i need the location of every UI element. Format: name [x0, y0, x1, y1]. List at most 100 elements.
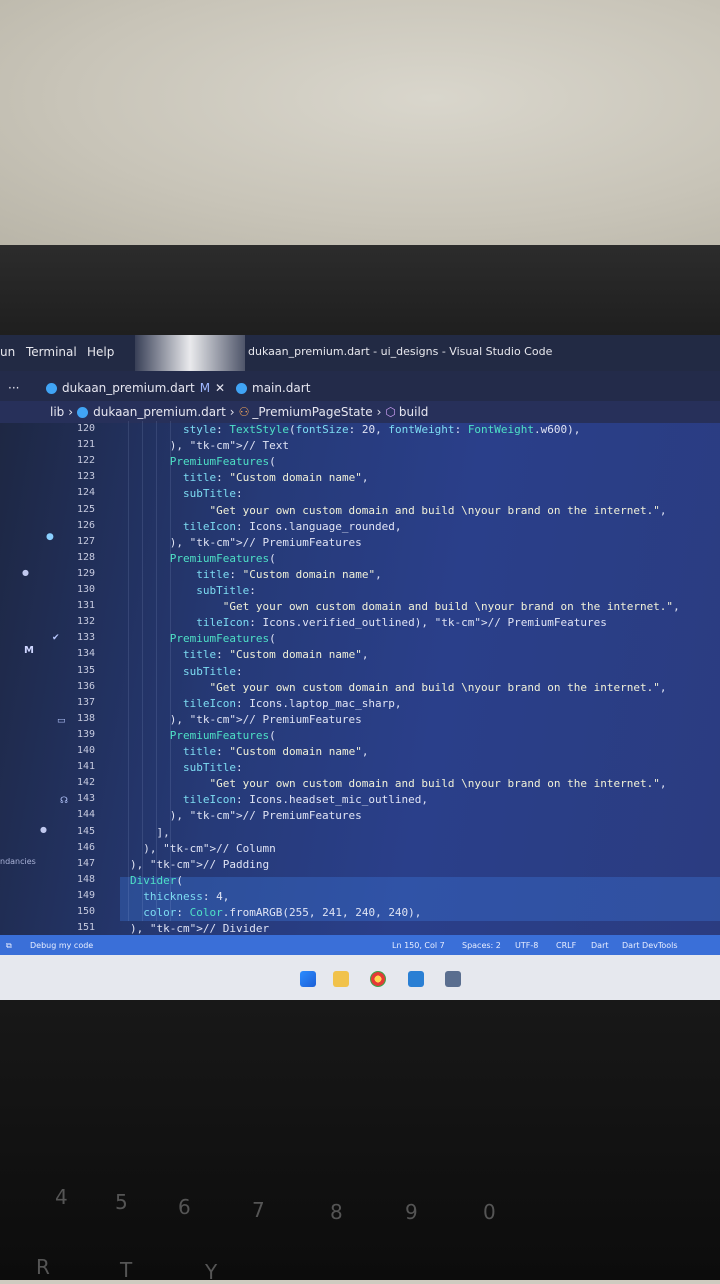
menu-help[interactable]: Help	[87, 345, 114, 359]
code-line: tileIcon: Icons.headset_mic_outlined,	[182, 793, 429, 807]
code-line: ), "tk-cm">// Text	[130, 439, 289, 453]
vscode-icon[interactable]	[408, 971, 424, 987]
language-mode[interactable]: Dart	[591, 941, 609, 950]
breadcrumb-lib[interactable]: lib	[50, 405, 64, 419]
eol-setting[interactable]: CRLF	[556, 941, 576, 950]
code-line: PremiumFeatures(	[169, 632, 276, 646]
line-number: 136	[76, 680, 95, 692]
method-icon: ⬡	[385, 405, 396, 419]
line-number: 123	[76, 471, 95, 483]
line-number: 129	[76, 567, 95, 579]
chevron-right-icon: ›	[376, 405, 382, 419]
menu-run[interactable]: un	[0, 345, 15, 359]
window-title: dukaan_premium.dart - ui_designs - Visua…	[248, 345, 553, 358]
code-line: PremiumFeatures(	[169, 728, 276, 742]
line-number: 150	[76, 906, 95, 917]
vscode-window: un Terminal Help dukaan_premium.dart - u…	[0, 335, 720, 1000]
code-line: subTitle:	[182, 487, 243, 501]
line-number: 126	[76, 519, 95, 531]
code-line: ), "tk-cm">// Padding	[130, 857, 270, 871]
line-number: 124	[76, 487, 95, 499]
code-line: ), "tk-cm">// Column	[130, 841, 276, 855]
encoding-setting[interactable]: UTF-8	[515, 941, 538, 950]
key-r: R	[36, 1255, 50, 1279]
editor-tabs: ··· dukaan_premium.dart M ✕ main.dart	[0, 371, 720, 401]
indent-setting[interactable]: Spaces: 2	[462, 941, 501, 950]
breadcrumb-class[interactable]: _PremiumPageState	[252, 405, 372, 419]
code-line: PremiumFeatures(	[169, 455, 276, 469]
cursor-position[interactable]: Ln 150, Col 7	[392, 941, 445, 950]
class-icon: ⚇	[238, 405, 250, 419]
key-y: Y	[205, 1260, 218, 1284]
app-icon[interactable]	[445, 971, 461, 987]
code-line: "Get your own custom domain and build \n…	[209, 777, 667, 791]
line-number: 137	[76, 696, 95, 708]
more-actions-icon[interactable]: ···	[8, 377, 19, 399]
code-line: subTitle:	[182, 761, 243, 775]
tab-main-dart[interactable]: main.dart	[236, 377, 310, 399]
breadcrumb-file[interactable]: dukaan_premium.dart	[93, 405, 226, 419]
key-9: 9	[405, 1200, 418, 1224]
breadcrumb: lib › dukaan_premium.dart › ⚇ _PremiumPa…	[0, 401, 720, 423]
code-line: "Get your own custom domain and build \n…	[222, 600, 680, 614]
key-6: 6	[178, 1195, 191, 1219]
code-line: thickness: 4,	[143, 889, 230, 903]
line-number: 148	[76, 873, 95, 885]
key-8: 8	[330, 1200, 343, 1224]
tab-dukaan-premium[interactable]: dukaan_premium.dart M ✕	[46, 377, 225, 399]
screen-glare	[135, 335, 245, 371]
menu-terminal[interactable]: Terminal	[26, 345, 77, 359]
line-number: 127	[76, 535, 95, 547]
file-explorer-icon[interactable]	[333, 971, 349, 987]
line-number: 125	[76, 503, 95, 515]
background-wall	[0, 0, 720, 245]
line-number: 128	[76, 551, 95, 563]
code-line: ],	[130, 825, 170, 839]
dart-file-icon	[77, 406, 89, 418]
line-number: 135	[76, 664, 95, 676]
line-number: 134	[76, 648, 95, 660]
line-number: 149	[76, 889, 95, 901]
code-line: color: Color.fromARGB(255, 241, 240, 240…	[143, 906, 422, 919]
code-line: ), "tk-cm">// Divider	[130, 922, 270, 936]
line-number: 120	[76, 423, 95, 434]
code-line: tileIcon: Icons.verified_outlined), "tk-…	[196, 616, 607, 630]
tab-label: main.dart	[252, 381, 311, 395]
line-number: 145	[76, 825, 95, 837]
line-number: 131	[76, 600, 95, 612]
line-number: 139	[76, 728, 95, 740]
code-line: title: "Custom domain name",	[182, 648, 369, 662]
laptop-bezel	[0, 245, 720, 541]
code-editor[interactable]: M ndancies ● ● ● ✔ ▭ ☊ 120 121 122 123 124 12…	[0, 421, 720, 935]
code-line: "Get your own custom domain and build \n…	[209, 680, 667, 694]
line-number: 141	[76, 761, 95, 773]
windows-start-icon[interactable]	[300, 971, 316, 987]
key-5: 5	[115, 1190, 128, 1214]
debug-status[interactable]: Debug my code	[30, 941, 93, 950]
code-line: title: "Custom domain name",	[182, 471, 369, 485]
code-line: ), "tk-cm">// PremiumFeatures	[130, 535, 362, 549]
line-number: 133	[76, 632, 95, 644]
code-line: tileIcon: Icons.laptop_mac_sharp,	[182, 696, 402, 710]
line-number: 130	[76, 584, 95, 595]
code-line: Divider(	[130, 873, 183, 887]
line-number: 146	[76, 841, 95, 853]
breadcrumb-method[interactable]: build	[399, 405, 429, 419]
key-4: 4	[55, 1185, 68, 1209]
menu-bar: un Terminal Help dukaan_premium.dart - u…	[0, 335, 720, 371]
chrome-icon[interactable]	[370, 971, 386, 987]
code-line: ), "tk-cm">// PremiumFeatures	[130, 809, 362, 823]
line-number: 138	[76, 712, 95, 724]
key-0: 0	[483, 1200, 496, 1224]
debug-icon[interactable]: ⧉	[6, 941, 12, 951]
code-line: subTitle:	[182, 664, 243, 678]
devtools-status[interactable]: Dart DevTools	[622, 941, 678, 950]
code-line: "Get your own custom domain and build \n…	[209, 503, 667, 517]
line-number: 132	[76, 616, 95, 628]
line-number: 143	[76, 793, 95, 805]
windows-taskbar	[0, 955, 720, 1000]
close-icon[interactable]: ✕	[215, 381, 225, 395]
code-line: title: "Custom domain name",	[196, 567, 382, 581]
line-number: 140	[76, 745, 95, 756]
line-number: 144	[76, 809, 95, 821]
